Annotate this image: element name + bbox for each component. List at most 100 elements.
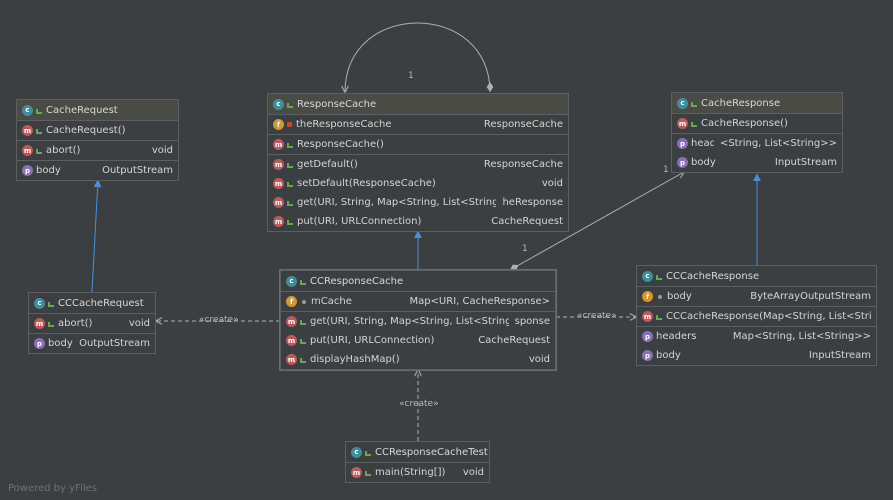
method-row[interactable]: m CacheRequest() bbox=[17, 121, 178, 140]
method-row[interactable]: m displayHashMap() void bbox=[281, 350, 555, 369]
class-cacheresponse[interactable]: c CacheResponse m CacheResponse() p head… bbox=[671, 92, 843, 173]
class-header[interactable]: c CCCacheRequest bbox=[29, 293, 155, 314]
method-row[interactable]: m put(URI, URLConnection) CacheRequest bbox=[281, 331, 555, 350]
property-icon: p bbox=[677, 138, 688, 149]
property-row[interactable]: p body OutputStream bbox=[29, 334, 155, 353]
property-icon: p bbox=[677, 157, 688, 168]
property-type: InputStream bbox=[808, 350, 871, 361]
method-row[interactable]: m setDefault(ResponseCache) void bbox=[268, 174, 568, 193]
class-ccresponsecache[interactable]: c CCResponseCache f mCache Map<URI, Cach… bbox=[280, 270, 556, 370]
diagram-edges bbox=[91, 22, 761, 441]
package-icon bbox=[302, 299, 306, 304]
class-header[interactable]: c CacheResponse bbox=[672, 93, 842, 114]
constructor-row[interactable]: m ResponseCache() bbox=[268, 135, 568, 154]
property-row[interactable]: p headers <String, List<String>> bbox=[672, 134, 842, 153]
method-type: ResponseCache bbox=[483, 159, 563, 170]
property-name: headers bbox=[691, 138, 714, 149]
method-icon: m bbox=[273, 159, 284, 170]
property-row[interactable]: p body OutputStream bbox=[17, 161, 178, 180]
method-icon: m bbox=[273, 178, 284, 189]
class-cacherequest[interactable]: c CacheRequest m CacheRequest() m abort(… bbox=[16, 99, 179, 181]
class-cccacherequest[interactable]: c CCCacheRequest m abort() void p body O… bbox=[28, 292, 156, 354]
field-row[interactable]: f mCache Map<URI, CacheResponse> bbox=[281, 292, 555, 311]
field-row[interactable]: f body ByteArrayOutputStream bbox=[637, 287, 876, 306]
method-row[interactable]: m getDefault() ResponseCache bbox=[268, 155, 568, 174]
method-row[interactable]: m get(URI, String, Map<String, List<Stri… bbox=[268, 193, 568, 212]
method-row[interactable]: m put(URI, URLConnection) CacheRequest bbox=[268, 212, 568, 231]
public-icon bbox=[48, 301, 54, 307]
method-name: get(URI, String, Map<String, List<String… bbox=[310, 316, 509, 327]
public-icon bbox=[287, 102, 293, 108]
method-type: void bbox=[541, 178, 563, 189]
class-icon: c bbox=[351, 446, 362, 458]
public-icon bbox=[300, 279, 306, 285]
method-type: void bbox=[128, 318, 150, 329]
field-icon: f bbox=[286, 296, 297, 307]
public-icon bbox=[287, 163, 293, 168]
self-association-edge bbox=[345, 22, 490, 92]
public-icon bbox=[287, 220, 293, 225]
method-row[interactable]: m get(URI, String, Map<String, List<Stri… bbox=[281, 312, 555, 331]
class-header[interactable]: c CCResponseCacheTest bbox=[346, 442, 489, 463]
method-row[interactable]: m abort() void bbox=[29, 314, 155, 333]
public-icon bbox=[691, 122, 697, 127]
method-name: main(String[]) bbox=[375, 467, 446, 478]
powered-by-footer: Powered by yFiles bbox=[8, 483, 97, 494]
public-icon bbox=[36, 149, 42, 154]
method-name: getDefault() bbox=[297, 159, 358, 170]
method-row[interactable]: m main(String[]) void bbox=[346, 463, 489, 482]
field-row[interactable]: f theResponseCache ResponseCache bbox=[268, 115, 568, 134]
constructor-name: ResponseCache() bbox=[297, 139, 384, 150]
property-row[interactable]: p headers Map<String, List<String>> bbox=[637, 327, 876, 346]
method-icon: m bbox=[351, 467, 362, 478]
class-icon: c bbox=[22, 104, 33, 116]
public-icon bbox=[300, 358, 306, 363]
public-icon bbox=[287, 143, 293, 148]
field-name: theResponseCache bbox=[296, 119, 392, 130]
property-name: headers bbox=[656, 331, 697, 342]
class-header[interactable]: c ResponseCache bbox=[268, 94, 568, 115]
class-icon: c bbox=[273, 98, 284, 110]
method-row[interactable]: m abort() void bbox=[17, 141, 178, 160]
class-name: CacheRequest bbox=[46, 104, 118, 116]
class-header[interactable]: c CacheRequest bbox=[17, 100, 178, 121]
public-icon bbox=[300, 320, 306, 325]
class-responsecache[interactable]: c ResponseCache f theResponseCache Respo… bbox=[267, 93, 569, 232]
method-type: heResponse bbox=[502, 197, 563, 208]
property-type: InputStream bbox=[774, 157, 837, 168]
field-type: ResponseCache bbox=[483, 119, 563, 130]
class-icon: c bbox=[34, 297, 45, 309]
constructor-row[interactable]: m CCCacheResponse(Map<String, List<Strin… bbox=[637, 307, 876, 326]
class-ccresponsecachetest[interactable]: c CCResponseCacheTest m main(String[]) v… bbox=[345, 441, 490, 483]
public-icon bbox=[48, 322, 54, 327]
method-name: put(URI, URLConnection) bbox=[297, 216, 422, 227]
class-header[interactable]: c CCResponseCache bbox=[281, 271, 555, 292]
public-icon bbox=[287, 201, 293, 206]
property-name: body bbox=[691, 157, 716, 168]
property-row[interactable]: p body InputStream bbox=[672, 153, 842, 172]
method-icon: m bbox=[273, 197, 284, 208]
class-header[interactable]: c CCCacheResponse bbox=[637, 266, 876, 287]
class-icon: c bbox=[286, 275, 297, 287]
method-type: void bbox=[462, 467, 484, 478]
public-icon bbox=[691, 101, 697, 107]
class-icon: c bbox=[677, 97, 688, 109]
property-icon: p bbox=[34, 338, 45, 349]
class-name: CCCacheRequest bbox=[58, 297, 144, 309]
property-name: body bbox=[48, 338, 73, 349]
class-name: ResponseCache bbox=[297, 98, 377, 110]
private-icon bbox=[287, 122, 292, 127]
method-type: sponse bbox=[514, 316, 550, 327]
method-name: CacheResponse() bbox=[701, 118, 788, 129]
property-row[interactable]: p body InputStream bbox=[637, 346, 876, 365]
association-multiplicity-top: 1 bbox=[663, 165, 669, 175]
property-icon: p bbox=[22, 165, 33, 176]
method-icon: m bbox=[273, 216, 284, 227]
method-row[interactable]: m CacheResponse() bbox=[672, 114, 842, 133]
method-type: CacheRequest bbox=[478, 335, 550, 346]
class-icon: c bbox=[642, 270, 653, 282]
class-cccacheresponse[interactable]: c CCCacheResponse f body ByteArrayOutput… bbox=[636, 265, 877, 366]
public-icon bbox=[300, 339, 306, 344]
method-icon: m bbox=[34, 318, 45, 329]
public-icon bbox=[365, 471, 371, 476]
